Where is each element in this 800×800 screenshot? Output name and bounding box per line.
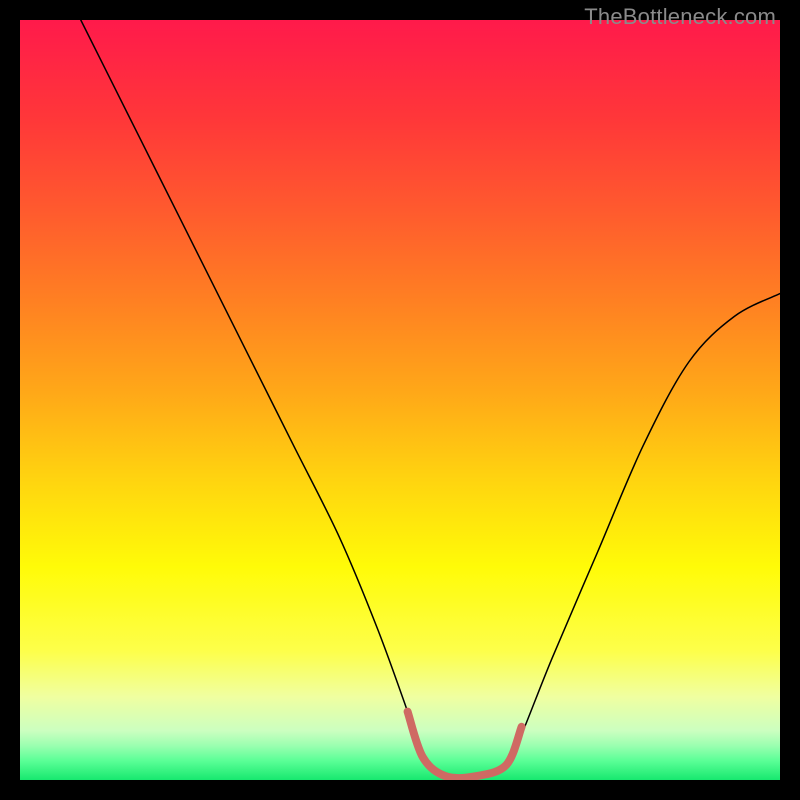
main-curve: [81, 20, 780, 778]
watermark-text: TheBottleneck.com: [584, 4, 776, 30]
curve-layer: [20, 20, 780, 780]
chart-frame: TheBottleneck.com: [0, 0, 800, 800]
valley-band: [408, 712, 522, 779]
plot-area: [20, 20, 780, 780]
